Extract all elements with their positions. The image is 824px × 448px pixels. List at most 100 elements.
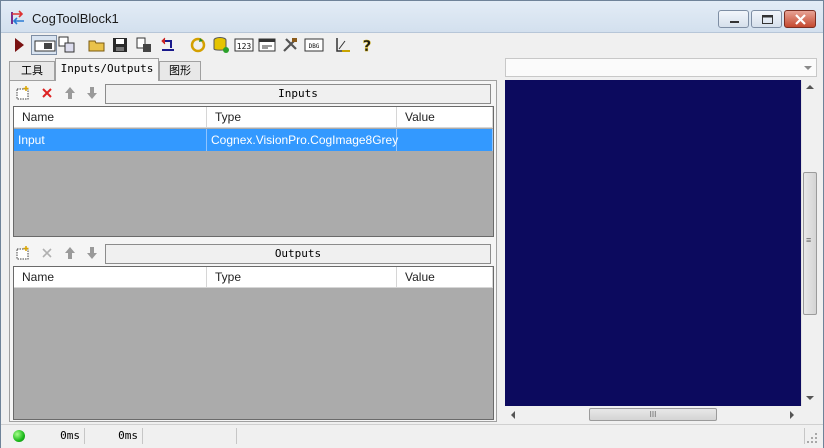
delete-input-button[interactable] — [39, 85, 55, 101]
save-button[interactable] — [110, 35, 130, 55]
outputs-grid[interactable]: Name Type Value — [13, 266, 494, 420]
tools-button[interactable] — [280, 35, 300, 55]
tool-block-window: CogToolBlock1 123 DBG ? 工具 Inputs/Output… — [0, 0, 824, 448]
toolblock-app-icon — [11, 10, 24, 25]
status-time-2: 0ms — [85, 428, 143, 444]
move-output-up-button[interactable] — [62, 245, 78, 261]
window-button[interactable] — [257, 35, 277, 55]
grip-icon: ≡ — [806, 235, 812, 245]
refresh-button[interactable] — [188, 35, 208, 55]
numeric-button[interactable]: 123 — [233, 35, 255, 55]
window-title: CogToolBlock1 — [32, 11, 119, 26]
measure-icon — [336, 38, 350, 52]
reset-button[interactable] — [158, 35, 178, 55]
add-item-icon — [16, 246, 29, 260]
outputs-header: Outputs — [105, 244, 491, 264]
maximize-icon — [762, 15, 773, 24]
title-bar[interactable]: CogToolBlock1 — [1, 1, 823, 33]
debug-label: DBG — [309, 43, 320, 50]
tab-graphics[interactable]: 图形 — [159, 61, 201, 80]
numeric-label: 123 — [237, 42, 252, 51]
minimize-button[interactable] — [718, 10, 749, 28]
run-button[interactable] — [9, 35, 29, 55]
numeric-icon: 123 — [234, 38, 254, 52]
column-header-type[interactable]: Type — [207, 107, 397, 128]
move-output-down-button[interactable] — [84, 245, 100, 261]
inputs-header: Inputs — [105, 84, 491, 104]
minimize-icon — [730, 21, 739, 23]
run-icon — [15, 38, 24, 52]
scroll-left-icon[interactable] — [511, 411, 515, 419]
import-icon — [136, 37, 151, 52]
window-icon — [258, 38, 276, 52]
outputs-toolbar: Outputs — [11, 242, 493, 264]
reset-icon — [161, 37, 174, 51]
inputs-toolbar: Inputs — [11, 82, 493, 104]
tab-graphics-label: 图形 — [169, 64, 191, 77]
delete-icon — [42, 88, 52, 98]
tab-tools-label: 工具 — [21, 64, 43, 77]
close-button[interactable] — [784, 10, 816, 28]
main-toolbar: 123 DBG ? — [7, 34, 407, 56]
help-button[interactable]: ? — [357, 35, 377, 55]
column-header-type[interactable]: Type — [207, 267, 397, 288]
column-header-value[interactable]: Value — [397, 107, 493, 128]
row-value-cell[interactable] — [397, 129, 493, 151]
open-button[interactable] — [87, 35, 107, 55]
status-panel-3 — [143, 428, 237, 444]
image-display[interactable] — [505, 80, 801, 406]
results-button[interactable] — [57, 35, 77, 55]
horizontal-scroll-thumb[interactable]: III — [589, 408, 717, 421]
scroll-right-icon[interactable] — [790, 411, 794, 419]
arrow-up-icon — [65, 87, 75, 99]
open-folder-icon — [88, 40, 105, 52]
debug-icon: DBG — [304, 38, 324, 52]
display-vertical-scrollbar[interactable]: ≡ — [801, 80, 817, 406]
column-header-name[interactable]: Name — [14, 267, 207, 288]
chevron-down-icon — [804, 66, 812, 70]
database-icon — [213, 37, 229, 53]
scroll-down-icon[interactable] — [806, 396, 814, 400]
table-row[interactable]: Input Cognex.VisionPro.CogImage8Grey — [14, 129, 493, 151]
maximize-button[interactable] — [751, 10, 782, 28]
add-input-button[interactable] — [15, 85, 31, 101]
status-led-icon — [13, 430, 25, 442]
column-header-value[interactable]: Value — [397, 267, 493, 288]
arrow-up-icon — [65, 247, 75, 259]
delete-icon — [42, 248, 52, 258]
svg-text:?: ? — [363, 37, 372, 54]
tab-inputs-outputs-label: Inputs/Outputs — [60, 62, 154, 75]
row-name-cell[interactable]: Input — [14, 129, 207, 151]
save-icon — [113, 38, 127, 52]
status-time-1: 0ms — [31, 428, 85, 444]
delete-output-button[interactable] — [39, 245, 55, 261]
display-selector-combo[interactable] — [505, 58, 817, 77]
move-input-up-button[interactable] — [62, 85, 78, 101]
add-output-button[interactable] — [15, 245, 31, 261]
move-input-down-button[interactable] — [84, 85, 100, 101]
tab-inputs-outputs[interactable]: Inputs/Outputs — [55, 58, 159, 81]
status-panel-4 — [237, 428, 805, 444]
close-icon — [795, 14, 806, 25]
row-type-cell[interactable]: Cognex.VisionPro.CogImage8Grey — [207, 129, 398, 151]
status-bar: 0ms 0ms — [1, 424, 823, 448]
arrow-down-icon — [87, 87, 97, 99]
inputs-grid-header: Name Type Value — [14, 107, 493, 128]
inputs-grid[interactable]: Name Type Value Input Cognex.VisionPro.C… — [13, 106, 494, 237]
tab-tools[interactable]: 工具 — [9, 61, 55, 80]
scroll-up-icon[interactable] — [806, 85, 814, 89]
add-item-icon — [16, 86, 29, 100]
display-toggle-button[interactable] — [31, 35, 57, 55]
measure-button[interactable] — [333, 35, 353, 55]
column-header-name[interactable]: Name — [14, 107, 207, 128]
tools-icon — [283, 38, 297, 52]
database-button[interactable] — [211, 35, 231, 55]
import-button[interactable] — [134, 35, 154, 55]
results-icon — [58, 36, 75, 53]
vertical-scroll-thumb[interactable]: ≡ — [803, 172, 817, 315]
resize-grip-icon[interactable] — [807, 433, 817, 443]
refresh-icon — [190, 37, 206, 53]
display-horizontal-scrollbar[interactable]: III — [505, 406, 801, 423]
debug-button[interactable]: DBG — [303, 35, 325, 55]
display-toggle-icon — [34, 40, 56, 52]
